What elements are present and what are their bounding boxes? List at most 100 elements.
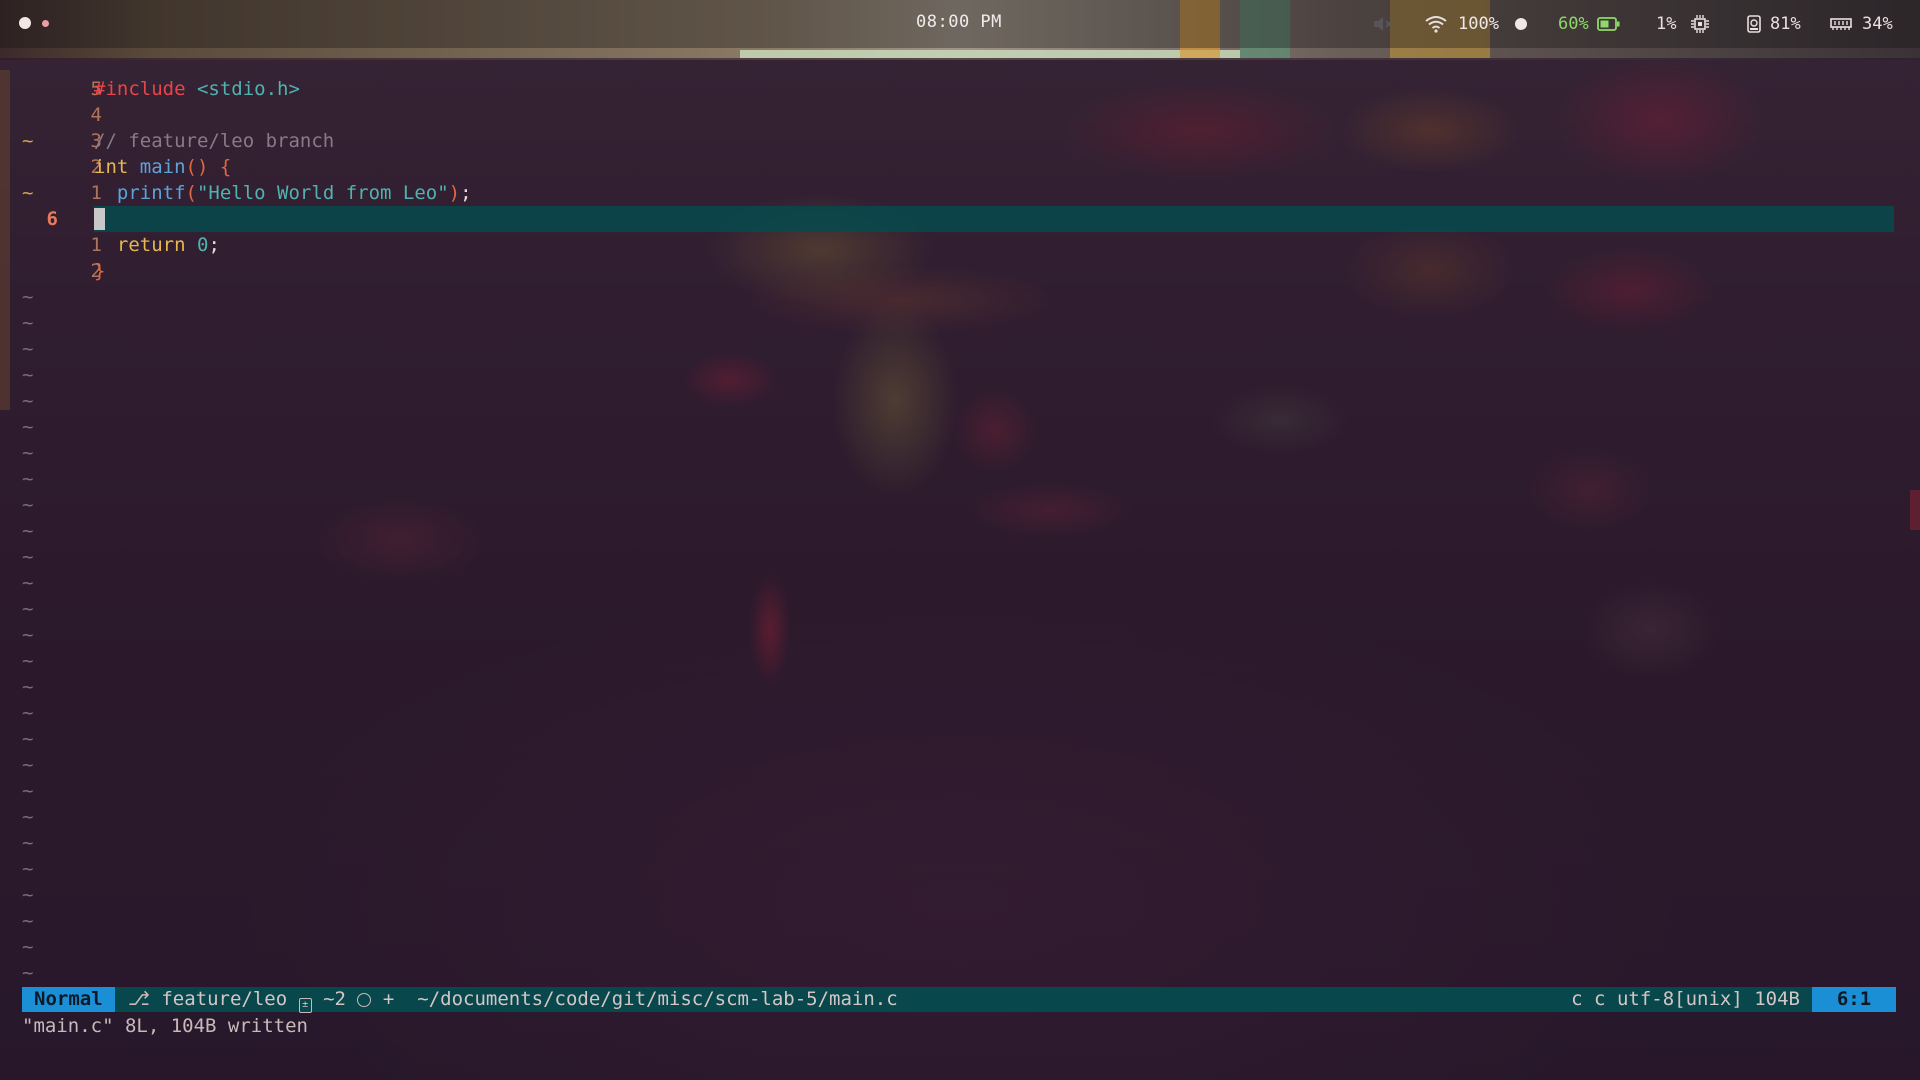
empty-line: ~ <box>22 518 1896 544</box>
code-text: return 0; <box>94 232 220 258</box>
empty-line-marker: ~ <box>22 806 34 828</box>
git-change-sign: ~ <box>22 182 34 204</box>
empty-line-marker: ~ <box>22 390 34 412</box>
line-number: 4 <box>90 104 102 126</box>
empty-line: ~ <box>22 466 1896 492</box>
empty-line-marker: ~ <box>22 676 34 698</box>
diff-icon: ± <box>298 998 312 1013</box>
cpu-icon <box>1691 15 1710 33</box>
top-bar: 08:00 PM 100% 60% 1% 81% 34% <box>0 0 1920 48</box>
code-line[interactable]: 2 int main() { <box>22 154 1896 180</box>
code-line[interactable]: ~3// feature/leo branch <box>22 128 1896 154</box>
empty-line: ~ <box>22 284 1896 310</box>
disk-usage: 81% <box>1770 14 1801 34</box>
empty-line-marker: ~ <box>22 650 34 672</box>
vim-statusline: Normal ⎇ feature/leo ± ~2 + ~/documents/… <box>22 987 1896 1013</box>
empty-line: ~ <box>22 804 1896 830</box>
cursor-position: 6:1 <box>1812 987 1896 1012</box>
disk-icon <box>1747 15 1761 33</box>
code-token: printf <box>116 182 186 204</box>
empty-line: ~ <box>22 440 1896 466</box>
workspace-indicator[interactable] <box>42 20 49 27</box>
git-change-sign: ~ <box>22 130 34 152</box>
code-text: printf("Hello World from Leo"); <box>94 180 472 206</box>
empty-line-marker: ~ <box>22 312 34 334</box>
empty-line-marker: ~ <box>22 962 34 984</box>
empty-line-marker: ~ <box>22 442 34 464</box>
statusline-left: ⎇ feature/leo ± ~2 + ~/documents/code/gi… <box>128 987 898 1013</box>
empty-line: ~ <box>22 492 1896 518</box>
empty-line: ~ <box>22 934 1896 960</box>
empty-line-marker: ~ <box>22 494 34 516</box>
empty-line: ~ <box>22 622 1896 648</box>
empty-line-marker: ~ <box>22 598 34 620</box>
code-token: ) <box>448 182 461 204</box>
empty-line: ~ <box>22 674 1896 700</box>
code-token: return <box>116 234 186 256</box>
wifi-icon <box>1425 16 1447 33</box>
code-line[interactable]: 1 return 0; <box>22 232 1896 258</box>
disk-indicator[interactable]: 81% <box>1746 12 1801 36</box>
code-token: ( <box>185 182 197 204</box>
empty-line: ~ <box>22 700 1896 726</box>
empty-line-marker: ~ <box>22 520 34 542</box>
code-token: // feature/leo branch <box>94 130 335 152</box>
code-text: #include <stdio.h> <box>94 76 300 102</box>
clock[interactable]: 08:00 PM <box>916 12 1006 32</box>
empty-line-marker: ~ <box>22 572 34 594</box>
statusline-right: c c utf-8[unix] 104B <box>1571 987 1800 1012</box>
empty-line: ~ <box>22 960 1896 986</box>
mode-indicator: Normal <box>22 987 115 1012</box>
code-token: #include <box>94 78 186 100</box>
empty-line-marker: ~ <box>22 884 34 906</box>
empty-line: ~ <box>22 908 1896 934</box>
empty-line: ~ <box>22 388 1896 414</box>
empty-line: ~ <box>22 362 1896 388</box>
code-line[interactable]: 2} <box>22 258 1896 284</box>
code-line[interactable]: 5 #include <stdio.h> <box>22 76 1896 102</box>
command-line-message[interactable]: "main.c" 8L, 104B written <box>22 1013 308 1039</box>
filetype-icon: c <box>1571 988 1583 1010</box>
vim-editor-buffer[interactable]: 5 #include <stdio.h> 4 ~3// feature/leo bra… <box>22 76 1896 984</box>
workspace-indicator-active[interactable] <box>19 17 31 29</box>
empty-line-marker: ~ <box>22 702 34 724</box>
empty-line-marker: ~ <box>22 468 34 490</box>
empty-line-marker: ~ <box>22 416 34 438</box>
empty-line: ~ <box>22 778 1896 804</box>
code-line[interactable]: ~1 printf("Hello World from Leo"); <box>22 180 1896 206</box>
empty-line: ~ <box>22 596 1896 622</box>
empty-line: ~ <box>22 882 1896 908</box>
code-token: 0 <box>196 234 209 256</box>
empty-line-marker: ~ <box>22 910 34 932</box>
code-line[interactable]: 4 <box>22 102 1896 128</box>
battery-percent: 60% <box>1558 14 1589 34</box>
clock-icon <box>357 993 372 1007</box>
memory-usage: 34% <box>1862 14 1893 34</box>
code-token: <stdio.h> <box>196 78 300 100</box>
cpu-indicator[interactable]: 1% <box>1656 12 1710 36</box>
diff-count: ~2 <box>323 988 346 1010</box>
volume-muted-icon <box>1374 17 1392 31</box>
git-branch-icon: ⎇ <box>128 988 150 1010</box>
wallpaper-light-strip <box>740 50 1240 58</box>
file-encoding: utf-8[unix] <box>1616 988 1743 1010</box>
current-code-line[interactable]: 6 <box>22 206 1896 232</box>
code-token: () <box>185 156 209 178</box>
memory-indicator[interactable]: 34% <box>1830 12 1893 36</box>
empty-line-marker: ~ <box>22 624 34 646</box>
code-text: // feature/leo branch <box>94 128 334 154</box>
cpu-usage: 1% <box>1656 14 1677 34</box>
line-number: 6 <box>46 208 58 230</box>
battery-indicator[interactable]: 60% <box>1558 12 1621 36</box>
current-line-highlight <box>94 206 1894 232</box>
wifi-indicator[interactable]: 100% <box>1424 12 1527 36</box>
empty-line-marker: ~ <box>22 728 34 750</box>
empty-line-marker: ~ <box>22 286 34 308</box>
empty-line-marker: ~ <box>22 546 34 568</box>
volume-indicator[interactable] <box>1372 12 1394 36</box>
empty-line: ~ <box>22 414 1896 440</box>
empty-line: ~ <box>22 856 1896 882</box>
